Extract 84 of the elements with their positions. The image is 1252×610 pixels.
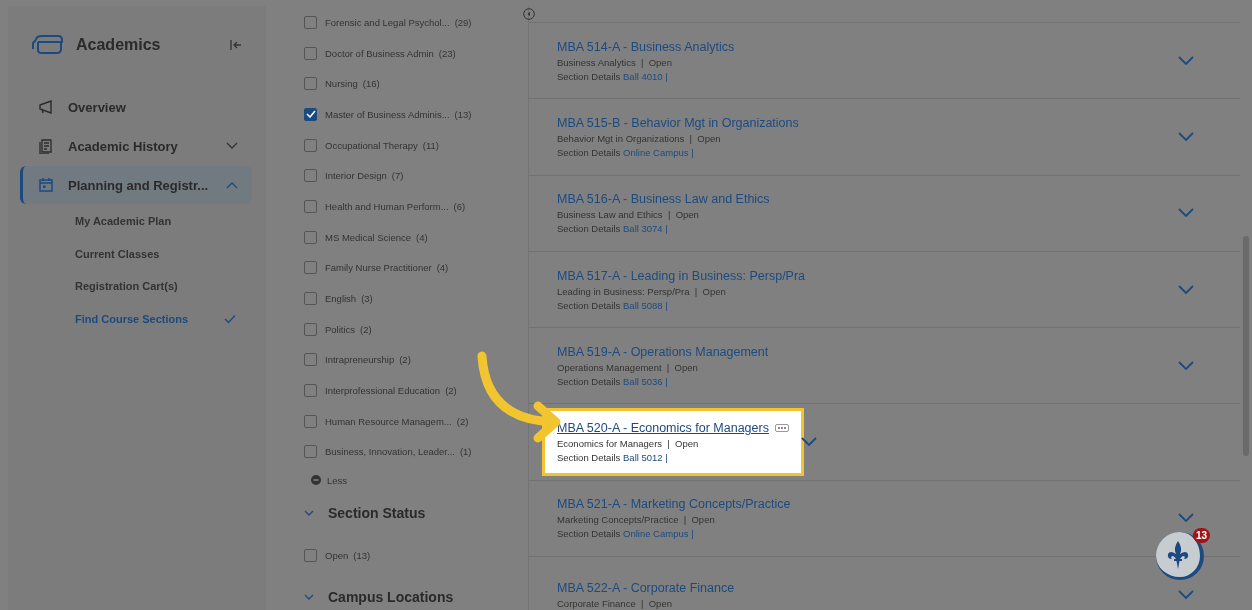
location-link[interactable]: Ball 3074 | bbox=[623, 223, 668, 235]
location-link[interactable]: Ball 5036 | bbox=[623, 375, 668, 387]
course-subtitle: Business Analytics | Open bbox=[557, 56, 673, 68]
checkbox[interactable] bbox=[304, 414, 317, 428]
collapse-sidebar-icon[interactable] bbox=[230, 40, 242, 50]
megaphone-icon bbox=[38, 99, 54, 115]
nav-item[interactable]: Academic History bbox=[20, 127, 252, 165]
section-details-label: Section Details bbox=[557, 375, 621, 387]
collapse-panel-icon[interactable] bbox=[523, 8, 535, 20]
filter-option[interactable]: Interprofessional Education (2) bbox=[290, 375, 528, 406]
location-link[interactable]: Ball 5012 | bbox=[623, 452, 668, 464]
filter-option[interactable]: Intrapreneurship (2) bbox=[290, 344, 528, 376]
nav-subitem[interactable]: My Academic Plan bbox=[8, 205, 266, 238]
course-subtitle: Operations Management | Open bbox=[557, 361, 699, 373]
checkbox[interactable] bbox=[304, 138, 317, 152]
course-title-link[interactable]: MBA 522-A - Corporate Finance bbox=[557, 580, 735, 595]
course-title-link[interactable]: MBA 516-A - Business Law and Ethics bbox=[557, 192, 770, 207]
filter-option[interactable]: Interior Design (7) bbox=[290, 160, 528, 192]
location-link[interactable]: Online Campus | bbox=[623, 528, 694, 540]
filter-option[interactable]: Human Resource Managem... (2) bbox=[290, 405, 528, 437]
filter-option[interactable]: Health and Human Perform... (6) bbox=[290, 191, 528, 222]
checkbox[interactable] bbox=[304, 107, 317, 121]
checkbox[interactable] bbox=[304, 15, 317, 29]
nav-item[interactable]: Planning and Registr... bbox=[20, 166, 252, 204]
course-title-link[interactable]: MBA 519-A - Operations Management bbox=[557, 344, 769, 359]
filter-option[interactable]: Doctor of Business Admin (23) bbox=[290, 37, 528, 69]
course-subtitle: Business Law and Ethics | Open bbox=[557, 209, 700, 221]
show-less-link[interactable]: Less bbox=[290, 467, 528, 494]
filter-section-header[interactable]: Section Status bbox=[290, 493, 528, 534]
filter-section-header[interactable]: Campus Locations bbox=[290, 577, 528, 610]
filter-option[interactable]: MS Medical Science (4) bbox=[290, 221, 528, 253]
checkbox[interactable] bbox=[304, 199, 317, 213]
filter-option[interactable]: Politics (2) bbox=[290, 313, 528, 345]
checkbox[interactable] bbox=[304, 322, 317, 336]
document-icon bbox=[38, 138, 54, 154]
checkbox[interactable] bbox=[304, 261, 317, 275]
nav-subitem[interactable]: Registration Cart(s) bbox=[8, 270, 266, 303]
course-subtitle: Behavior Mgt in Organizations | Open bbox=[557, 132, 722, 144]
graduation-cap-icon bbox=[30, 34, 64, 56]
filter-option[interactable]: Forensic and Legal Psychol... (29) bbox=[290, 7, 528, 38]
location-link[interactable]: Ball 5088 | bbox=[623, 299, 668, 311]
section-details-label: Section Details bbox=[557, 452, 621, 464]
checkbox[interactable] bbox=[304, 46, 317, 60]
course-subtitle: Economics for Managers | Open bbox=[557, 438, 700, 450]
section-details-label: Section Details bbox=[557, 528, 621, 540]
filter-option[interactable]: Open (13) bbox=[290, 533, 528, 578]
checkbox[interactable] bbox=[304, 353, 317, 367]
checkbox[interactable] bbox=[304, 230, 317, 244]
filter-option[interactable]: Business, Innovation, Leader... (1) bbox=[290, 436, 528, 468]
checkbox[interactable] bbox=[304, 445, 317, 459]
course-title-link[interactable]: MBA 521-A - Marketing Concepts/Practice bbox=[557, 497, 791, 512]
location-link[interactable]: Ball 4010 | bbox=[623, 70, 668, 82]
course-title-link[interactable]: MBA 515-B - Behavior Mgt in Organizations bbox=[557, 115, 799, 130]
section-details-label: Section Details bbox=[557, 299, 621, 311]
course-title-link[interactable]: MBA 520-A - Economics for Managers bbox=[557, 421, 769, 436]
location-link[interactable]: Online Campus | bbox=[623, 146, 694, 158]
notification-badge: 13 bbox=[1192, 528, 1210, 543]
chevron-down-icon[interactable] bbox=[800, 437, 817, 448]
course-title-link[interactable]: MBA 514-A - Business Analytics bbox=[557, 39, 735, 54]
nav-subitem[interactable]: Find Course Sections bbox=[8, 302, 266, 335]
more-icon[interactable] bbox=[774, 424, 789, 433]
minus-circle-icon bbox=[311, 475, 321, 486]
app-title: Academics bbox=[76, 36, 162, 54]
section-details-label: Section Details bbox=[557, 70, 621, 82]
check-icon bbox=[224, 313, 236, 324]
course-subtitle: Corporate Finance | Open bbox=[557, 597, 673, 609]
filter-option[interactable]: Occupational Therapy (11) bbox=[290, 129, 528, 161]
section-details-label: Section Details bbox=[557, 223, 621, 235]
filter-option[interactable]: Family Nurse Practitioner (4) bbox=[290, 252, 528, 284]
checkbox[interactable] bbox=[304, 169, 317, 183]
filter-option[interactable]: English (3) bbox=[290, 283, 528, 314]
checkbox[interactable] bbox=[304, 384, 317, 398]
filter-option[interactable]: Nursing (16) bbox=[290, 68, 528, 100]
course-subtitle: Leading in Business: Persp/Pra | Open bbox=[557, 285, 727, 297]
nav-subitem[interactable]: Current Classes bbox=[8, 237, 266, 270]
checkbox[interactable] bbox=[304, 548, 317, 562]
filter-option[interactable]: Master of Business Adminis... (13) bbox=[290, 99, 528, 130]
course-title-link[interactable]: MBA 517-A - Leading in Business: Persp/Pra bbox=[557, 268, 806, 283]
nav-item[interactable]: Overview bbox=[20, 88, 252, 126]
checkbox[interactable] bbox=[304, 292, 317, 306]
checkbox[interactable] bbox=[304, 77, 317, 91]
section-details-label: Section Details bbox=[557, 146, 621, 158]
course-subtitle: Marketing Concepts/Practice | Open bbox=[557, 514, 716, 526]
calendar-icon bbox=[38, 177, 54, 193]
